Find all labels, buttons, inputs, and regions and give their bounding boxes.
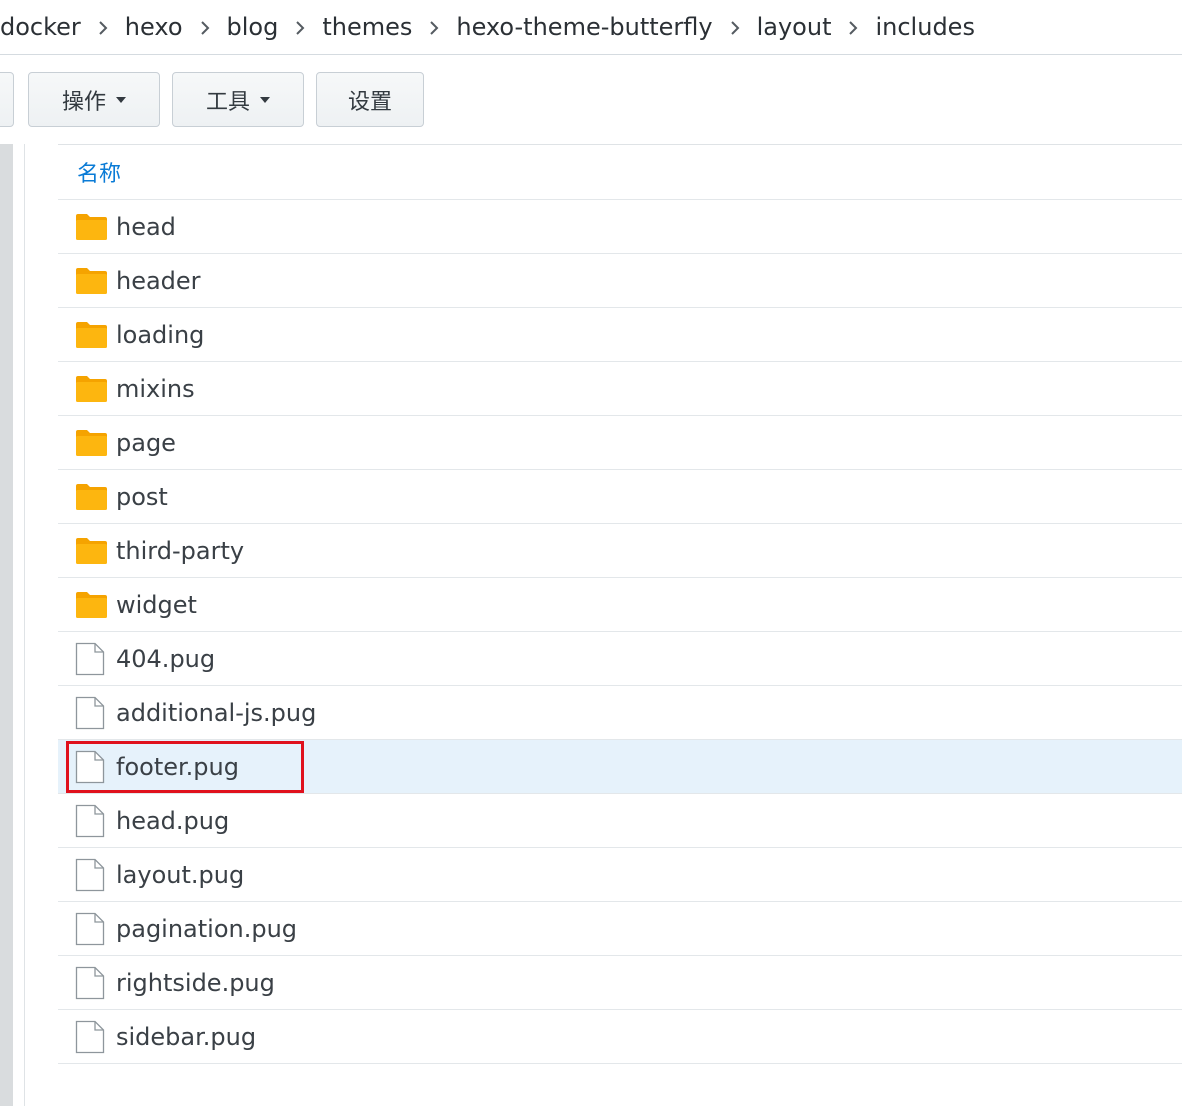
breadcrumb-item-themes[interactable]: themes bbox=[322, 13, 412, 41]
action-menu-label: 操作 bbox=[61, 89, 106, 115]
row-name-label: sidebar.pug bbox=[116, 1022, 257, 1051]
folder-icon bbox=[75, 265, 109, 297]
file-row[interactable]: additional-js.pug bbox=[58, 686, 1182, 740]
folder-row[interactable]: third-party bbox=[58, 524, 1182, 578]
column-header-name[interactable]: 名称 bbox=[58, 145, 1182, 200]
folder-icon bbox=[75, 211, 109, 243]
caret-down-icon bbox=[116, 96, 126, 103]
chevron-right-icon bbox=[713, 13, 757, 41]
breadcrumb-item-hexo[interactable]: hexo bbox=[125, 13, 183, 41]
sidebar-scroll-rail[interactable] bbox=[0, 144, 13, 1106]
folder-row[interactable]: mixins bbox=[58, 362, 1182, 416]
tools-menu-label: 工具 bbox=[205, 89, 250, 115]
folder-icon bbox=[75, 535, 109, 567]
folder-icon bbox=[75, 319, 109, 351]
row-name-label: post bbox=[116, 482, 168, 511]
file-icon bbox=[75, 750, 109, 783]
breadcrumb: docker hexo blog themes hexo-theme-butte… bbox=[0, 0, 1182, 55]
chevron-right-icon bbox=[831, 13, 875, 41]
row-name-label: pagination.pug bbox=[116, 914, 298, 943]
file-icon bbox=[75, 804, 109, 837]
folder-row[interactable]: header bbox=[58, 254, 1182, 308]
folder-row[interactable]: page bbox=[58, 416, 1182, 470]
file-icon bbox=[75, 696, 109, 729]
file-row[interactable]: rightside.pug bbox=[58, 956, 1182, 1010]
row-name-label: 404.pug bbox=[116, 644, 216, 673]
chevron-right-icon bbox=[412, 13, 456, 41]
row-name-label: mixins bbox=[116, 374, 195, 403]
file-icon bbox=[75, 912, 109, 945]
breadcrumb-item-layout[interactable]: layout bbox=[757, 13, 832, 41]
row-name-label: footer.pug bbox=[116, 752, 239, 781]
folder-row[interactable]: widget bbox=[58, 578, 1182, 632]
row-name-label: widget bbox=[116, 590, 197, 619]
settings-label: 设置 bbox=[347, 89, 392, 115]
row-name-label: rightside.pug bbox=[116, 968, 275, 997]
folder-icon bbox=[75, 427, 109, 459]
breadcrumb-item-includes[interactable]: includes bbox=[875, 13, 974, 41]
settings-button[interactable]: 设置 bbox=[316, 72, 424, 127]
row-name-label: additional-js.pug bbox=[116, 698, 317, 727]
row-name-label: header bbox=[116, 266, 201, 295]
row-name-label: head.pug bbox=[116, 806, 230, 835]
column-header-name-label: 名称 bbox=[77, 162, 122, 187]
toolbar-partial-button[interactable] bbox=[0, 72, 14, 127]
file-icon bbox=[75, 642, 109, 675]
file-row[interactable]: head.pug bbox=[58, 794, 1182, 848]
file-row[interactable]: pagination.pug bbox=[58, 902, 1182, 956]
breadcrumb-item-blog[interactable]: blog bbox=[227, 13, 279, 41]
chevron-right-icon bbox=[278, 13, 322, 41]
folder-row[interactable]: post bbox=[58, 470, 1182, 524]
row-name-label: loading bbox=[116, 320, 205, 349]
file-row[interactable]: sidebar.pug bbox=[58, 1010, 1182, 1064]
row-name-label: head bbox=[116, 212, 176, 241]
file-list: 名称 head header loading mixins page post third-… bbox=[58, 144, 1182, 1064]
folder-row[interactable]: loading bbox=[58, 308, 1182, 362]
panel-divider bbox=[24, 144, 25, 1106]
folder-row[interactable]: head bbox=[58, 200, 1182, 254]
tools-menu-button[interactable]: 工具 bbox=[172, 72, 304, 127]
row-name-label: layout.pug bbox=[116, 860, 245, 889]
chevron-right-icon bbox=[81, 13, 125, 41]
folder-icon bbox=[75, 589, 109, 621]
file-icon bbox=[75, 966, 109, 999]
action-menu-button[interactable]: 操作 bbox=[28, 72, 160, 127]
file-icon bbox=[75, 1020, 109, 1053]
file-row[interactable]: 404.pug bbox=[58, 632, 1182, 686]
breadcrumb-item-docker[interactable]: docker bbox=[0, 13, 81, 41]
caret-down-icon bbox=[260, 96, 270, 103]
breadcrumb-item-hexo-theme-butterfly[interactable]: hexo-theme-butterfly bbox=[456, 13, 712, 41]
chevron-right-icon bbox=[183, 13, 227, 41]
file-icon bbox=[75, 858, 109, 891]
file-row[interactable]: footer.pug bbox=[58, 740, 1182, 794]
row-name-label: third-party bbox=[116, 536, 245, 565]
folder-icon bbox=[75, 373, 109, 405]
folder-icon bbox=[75, 481, 109, 513]
row-name-label: page bbox=[116, 428, 176, 457]
file-row[interactable]: layout.pug bbox=[58, 848, 1182, 902]
toolbar: 操作 工具 设置 bbox=[0, 55, 1182, 144]
